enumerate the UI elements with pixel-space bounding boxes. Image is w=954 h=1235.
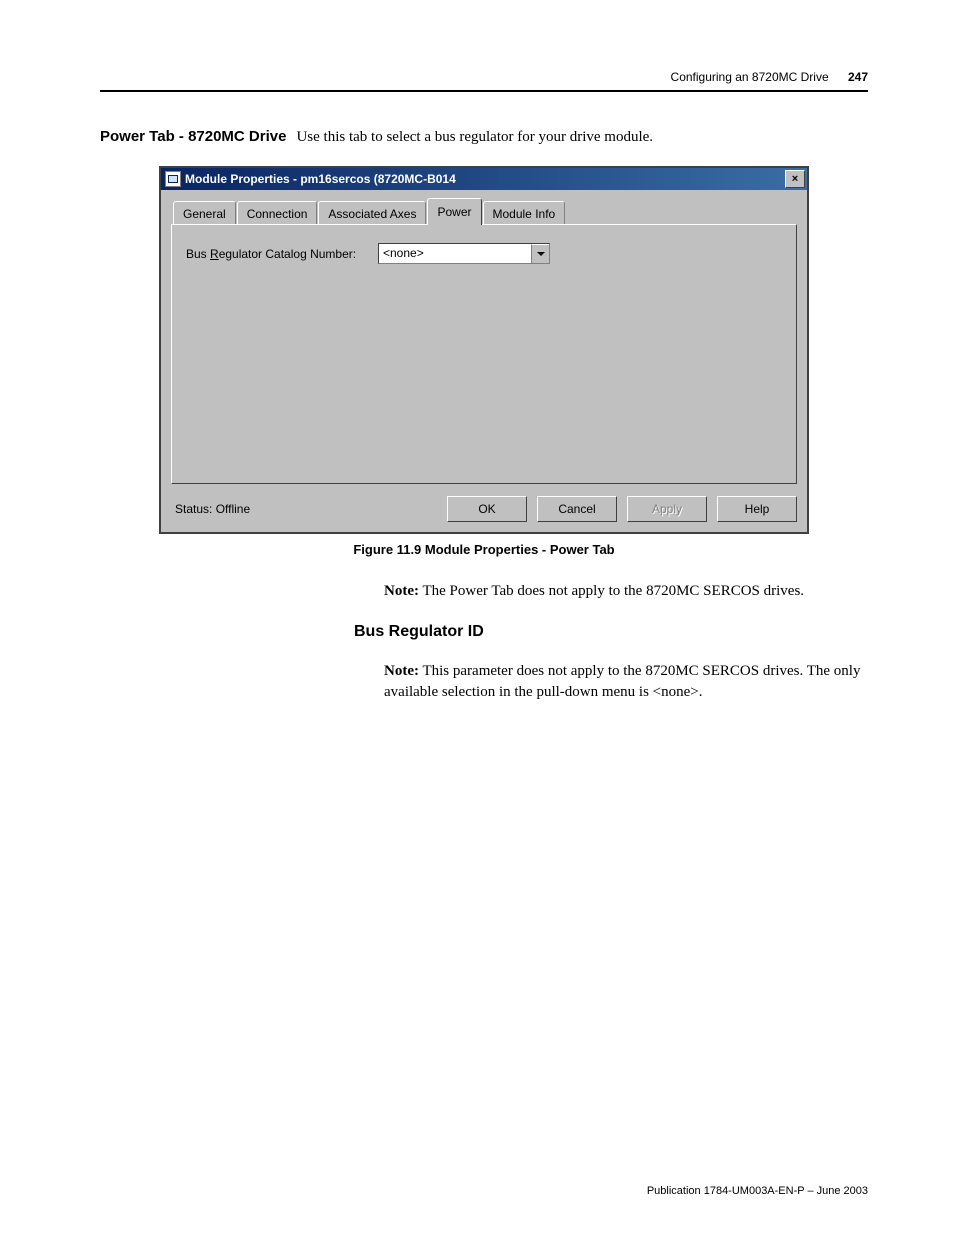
note-text: The Power Tab does not apply to the 8720… (419, 583, 804, 599)
note-power-tab: Note: The Power Tab does not apply to th… (384, 581, 866, 601)
section-intro: Use this tab to select a bus regulator f… (296, 129, 653, 146)
page-number: 247 (848, 70, 868, 84)
tab-power[interactable]: Power (427, 198, 481, 225)
module-properties-dialog: Module Properties - pm16sercos (8720MC-B… (159, 166, 809, 534)
bus-regulator-row: Bus Regulator Catalog Number: <none> (186, 243, 782, 264)
tab-associated-axes[interactable]: Associated Axes (318, 201, 426, 226)
ok-button[interactable]: OK (447, 496, 527, 522)
bus-regulator-combo[interactable]: <none> (378, 243, 550, 264)
bus-regulator-label: Bus Regulator Catalog Number: (186, 247, 366, 261)
titlebar: Module Properties - pm16sercos (8720MC-B… (161, 168, 807, 190)
status-label: Status: Offline (171, 502, 437, 516)
help-button[interactable]: Help (717, 496, 797, 522)
dialog-button-row: Status: Offline OK Cancel Apply Help (171, 496, 797, 522)
dialog-client: General Connection Associated Axes Power… (161, 190, 807, 532)
figure-caption: Figure 11.9 Module Properties - Power Ta… (100, 542, 868, 557)
publication-footer: Publication 1784-UM003A-EN-P – June 2003 (647, 1185, 868, 1197)
note-label: Note: (384, 583, 419, 599)
section-heading: Power Tab - 8720MC Drive (100, 128, 286, 145)
header-rule (100, 90, 868, 92)
note-label-2: Note: (384, 663, 419, 679)
power-tab-panel: Bus Regulator Catalog Number: <none> (171, 224, 797, 484)
app-icon (165, 171, 181, 187)
dialog-title: Module Properties - pm16sercos (8720MC-B… (185, 172, 785, 186)
note-text-2: This parameter does not apply to the 872… (384, 663, 860, 699)
combo-value: <none> (379, 244, 531, 263)
tab-connection[interactable]: Connection (237, 201, 318, 226)
tabstrip: General Connection Associated Axes Power… (171, 198, 797, 225)
note-bus-regulator: Note: This parameter does not apply to t… (384, 661, 866, 702)
cancel-button[interactable]: Cancel (537, 496, 617, 522)
tab-general[interactable]: General (173, 201, 236, 226)
section-row: Power Tab - 8720MC Drive Use this tab to… (100, 128, 868, 146)
close-icon[interactable]: × (785, 170, 805, 188)
sub-heading-bus-regulator-id: Bus Regulator ID (354, 623, 868, 641)
running-title: Configuring an 8720MC Drive (671, 70, 829, 84)
tab-module-info[interactable]: Module Info (483, 201, 566, 226)
chevron-down-icon[interactable] (531, 244, 549, 263)
running-header: Configuring an 8720MC Drive 247 (100, 70, 868, 84)
apply-button: Apply (627, 496, 707, 522)
